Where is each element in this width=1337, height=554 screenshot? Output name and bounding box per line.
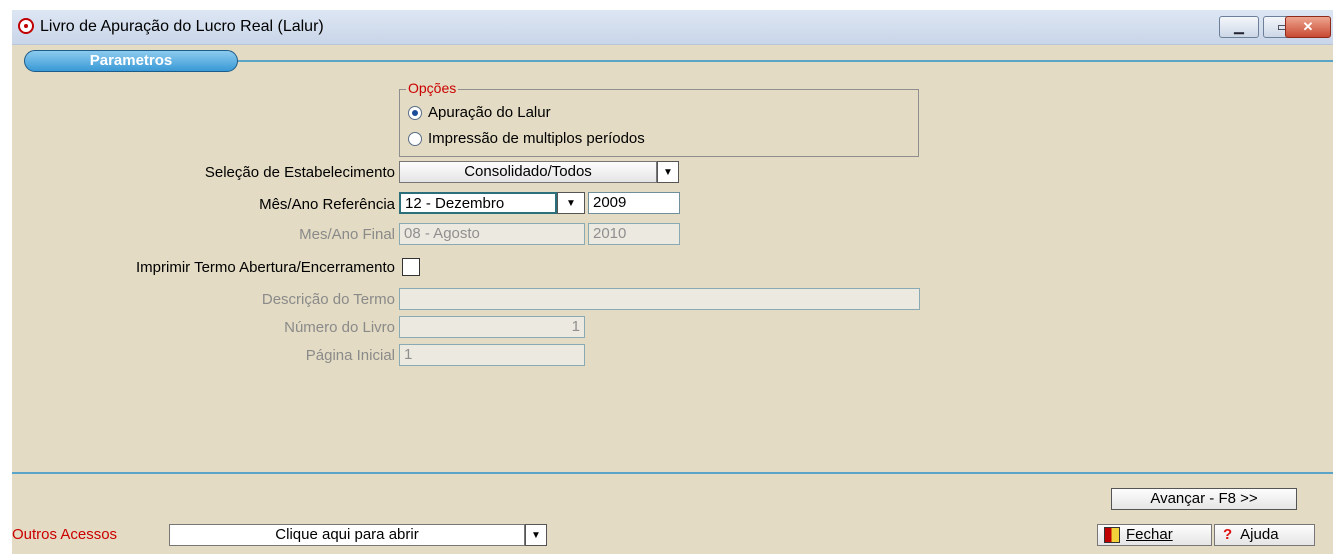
mes-ref-dropdown-button[interactable]: ▼ [557, 192, 585, 214]
option-impressao[interactable]: Impressão de multiplos períodos [408, 130, 645, 147]
descricao-label: Descrição do Termo [261, 291, 395, 308]
mes-final-select: 08 - Agosto [399, 223, 585, 245]
tab-parametros[interactable]: Parametros [24, 50, 238, 72]
minimize-button[interactable]: ▁ [1219, 16, 1259, 38]
footer-divider [12, 472, 1333, 474]
numero-livro-label: Número do Livro [284, 319, 395, 336]
chevron-down-icon: ▼ [566, 197, 576, 209]
outros-acessos-label: Outros Acessos [12, 526, 118, 543]
termo-label: Imprimir Termo Abertura/Encerramento [136, 259, 395, 276]
estabelecimento-dropdown-button[interactable]: ▼ [657, 161, 679, 183]
mes-ano-final-label: Mes/Ano Final [299, 226, 395, 243]
ajuda-button[interactable]: ? Ajuda [1214, 524, 1315, 546]
tab-bar: Parametros [12, 50, 1333, 72]
exit-door-icon [1104, 527, 1120, 544]
app-window: Livro de Apuração do Lucro Real (Lalur) … [12, 10, 1333, 554]
estabelecimento-label: Seleção de Estabelecimento [204, 164, 395, 181]
fechar-label: Fechar [1126, 526, 1173, 543]
radio-apuracao[interactable] [408, 105, 422, 120]
ano-ref-input[interactable]: 2009 [588, 192, 680, 214]
close-button[interactable]: ✕ [1285, 16, 1331, 38]
chevron-down-icon: ▼ [663, 166, 673, 178]
help-icon: ? [1223, 526, 1233, 543]
option-impressao-label: Impressão de multiplos períodos [428, 130, 645, 147]
window-title: Livro de Apuração do Lucro Real (Lalur) [40, 18, 324, 35]
title-bar: Livro de Apuração do Lucro Real (Lalur) … [12, 10, 1333, 45]
app-icon [18, 18, 34, 34]
pagina-input: 1 [399, 344, 585, 366]
avancar-button[interactable]: Avançar - F8 >> [1111, 488, 1297, 510]
tab-divider [232, 60, 1333, 62]
options-legend: Opções [406, 80, 459, 96]
termo-checkbox[interactable] [402, 258, 420, 276]
mes-ref-select[interactable]: 12 - Dezembro [399, 192, 557, 214]
ajuda-label: Ajuda [1240, 526, 1279, 543]
descricao-input [399, 288, 920, 310]
numero-livro-input: 1 [399, 316, 585, 338]
estabelecimento-select[interactable]: Consolidado/Todos [399, 161, 657, 183]
radio-impressao[interactable] [408, 131, 422, 146]
option-apuracao[interactable]: Apuração do Lalur [408, 104, 551, 121]
pagina-label: Página Inicial [305, 347, 395, 364]
options-group: Opções Apuração do Lalur Impressão de mu… [399, 80, 919, 157]
outros-acessos-dropdown-button[interactable]: ▼ [525, 524, 547, 546]
fechar-button[interactable]: Fechar [1097, 524, 1212, 546]
outros-acessos-select[interactable]: Clique aqui para abrir [169, 524, 525, 546]
mes-ano-ref-label: Mês/Ano Referência [259, 196, 395, 213]
option-apuracao-label: Apuração do Lalur [428, 104, 551, 121]
ano-final-input: 2010 [588, 223, 680, 245]
chevron-down-icon: ▼ [531, 529, 541, 541]
